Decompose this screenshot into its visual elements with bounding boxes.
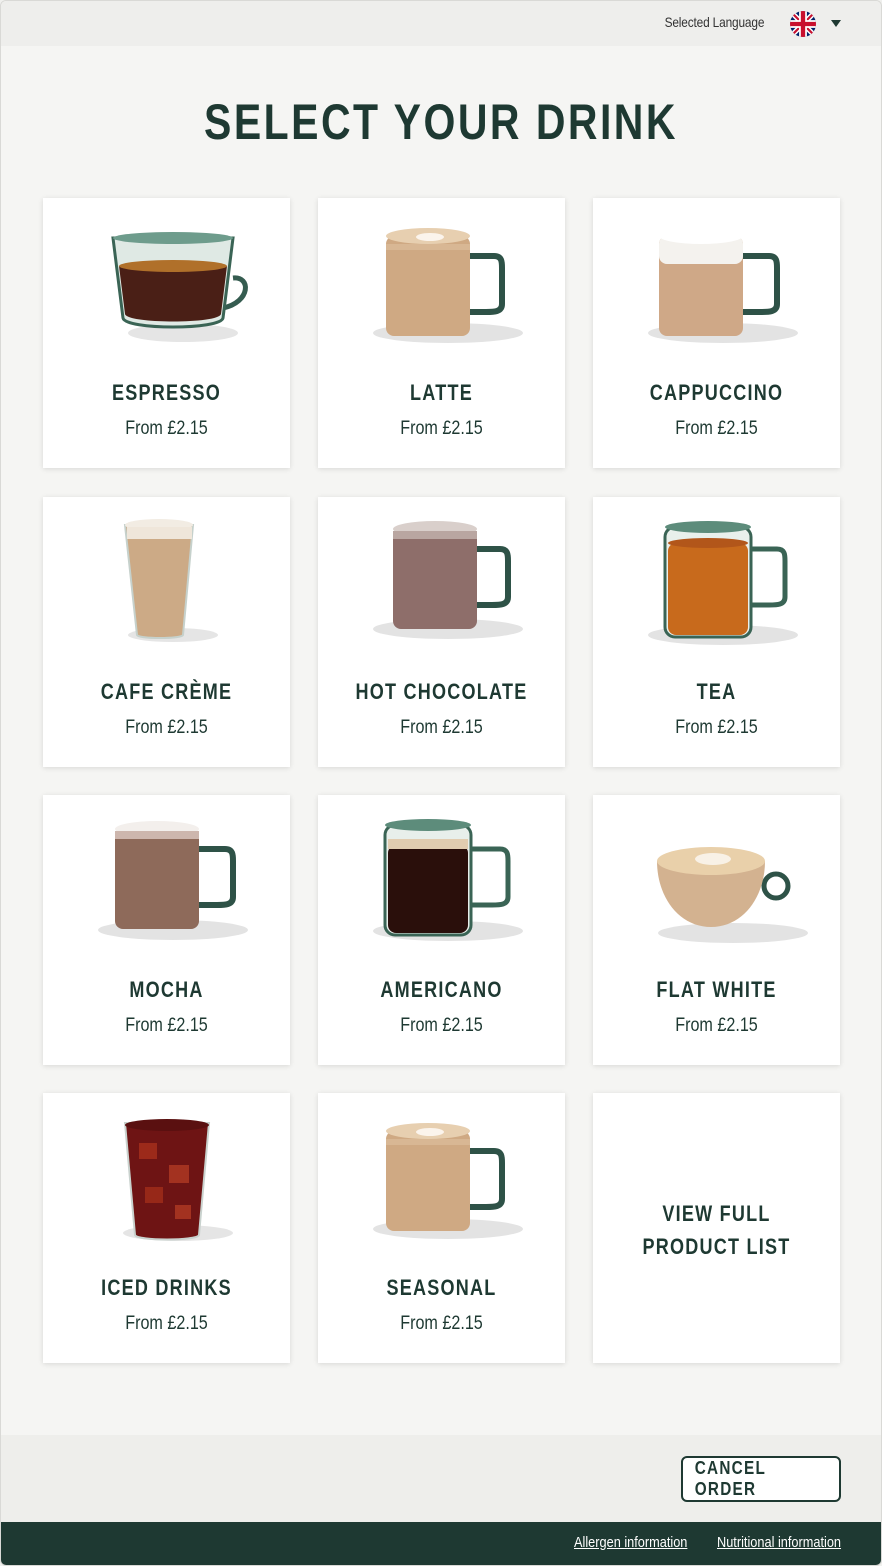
full-list-label: VIEW FULL PRODUCT LIST: [615, 1197, 818, 1263]
product-price: From £2.15: [125, 1313, 208, 1334]
kiosk-screen: Selected Language SELECT YOUR DRINK ESPR…: [0, 0, 882, 1566]
product-price: From £2.15: [125, 1015, 208, 1036]
product-card-cafe-creme[interactable]: CAFE CRÈME From £2.15: [43, 497, 290, 767]
mocha-mug-icon: [98, 821, 248, 940]
espresso-cup-icon: [111, 232, 248, 342]
product-card-flat-white[interactable]: FLAT WHITE From £2.15: [593, 795, 840, 1065]
cancel-order-button[interactable]: CANCEL ORDER: [681, 1456, 841, 1502]
language-label: Selected Language: [664, 14, 764, 30]
product-name: CAPPUCCINO: [649, 380, 784, 405]
product-price: From £2.15: [675, 1015, 758, 1036]
hot-chocolate-mug-icon: [373, 521, 523, 639]
language-dropdown-chevron-icon[interactable]: [831, 20, 841, 27]
footer: Allergen information Nutritional informa…: [1, 1522, 881, 1565]
product-name: CAFE CRÈME: [100, 679, 233, 704]
uk-flag-icon[interactable]: [790, 11, 816, 37]
allergen-information-link[interactable]: Allergen information: [574, 1534, 687, 1551]
iced-glass-icon: [123, 1119, 233, 1241]
product-name: TEA: [696, 679, 737, 704]
full-list-line-2: PRODUCT LIST: [642, 1234, 791, 1259]
product-card-latte[interactable]: LATTE From £2.15: [318, 198, 565, 468]
cappuccino-mug-icon: [648, 228, 798, 343]
seasonal-mug-icon: [373, 1123, 523, 1239]
americano-glass-mug-icon: [373, 819, 523, 941]
product-name: MOCHA: [129, 977, 204, 1002]
nutritional-information-link[interactable]: Nutritional information: [717, 1534, 841, 1551]
top-bar: Selected Language: [1, 1, 881, 46]
tall-glass-icon: [123, 519, 218, 642]
product-price: From £2.15: [125, 717, 208, 738]
product-price: From £2.15: [400, 1015, 483, 1036]
product-price: From £2.15: [125, 418, 208, 439]
product-card-tea[interactable]: TEA From £2.15: [593, 497, 840, 767]
product-price: From £2.15: [400, 717, 483, 738]
product-name: LATTE: [410, 380, 473, 405]
product-name: ESPRESSO: [111, 380, 222, 405]
latte-mug-icon: [373, 228, 523, 343]
product-name: ICED DRINKS: [101, 1275, 232, 1300]
product-card-americano[interactable]: AMERICANO From £2.15: [318, 795, 565, 1065]
product-name: FLAT WHITE: [656, 977, 777, 1002]
tea-glass-mug-icon: [648, 521, 798, 645]
product-name: HOT CHOCOLATE: [355, 679, 528, 704]
product-card-seasonal[interactable]: SEASONAL From £2.15: [318, 1093, 565, 1363]
product-price: From £2.15: [400, 418, 483, 439]
product-price: From £2.15: [400, 1313, 483, 1334]
page-title: SELECT YOUR DRINK: [204, 94, 678, 150]
product-card-iced-drinks[interactable]: ICED DRINKS From £2.15: [43, 1093, 290, 1363]
product-card-espresso[interactable]: ESPRESSO From £2.15: [43, 198, 290, 468]
product-card-mocha[interactable]: MOCHA From £2.15: [43, 795, 290, 1065]
flat-white-cup-icon: [657, 847, 808, 943]
full-list-line-1: VIEW FULL: [662, 1201, 771, 1226]
product-price: From £2.15: [675, 717, 758, 738]
cancel-order-label: CANCEL ORDER: [694, 1458, 766, 1499]
product-card-hot-chocolate[interactable]: HOT CHOCOLATE From £2.15: [318, 497, 565, 767]
action-bar: CANCEL ORDER: [1, 1435, 881, 1523]
product-card-cappuccino[interactable]: CAPPUCCINO From £2.15: [593, 198, 840, 468]
product-name: AMERICANO: [380, 977, 503, 1002]
product-price: From £2.15: [675, 418, 758, 439]
view-full-product-list-button[interactable]: VIEW FULL PRODUCT LIST: [593, 1093, 840, 1363]
product-name: SEASONAL: [386, 1275, 497, 1300]
